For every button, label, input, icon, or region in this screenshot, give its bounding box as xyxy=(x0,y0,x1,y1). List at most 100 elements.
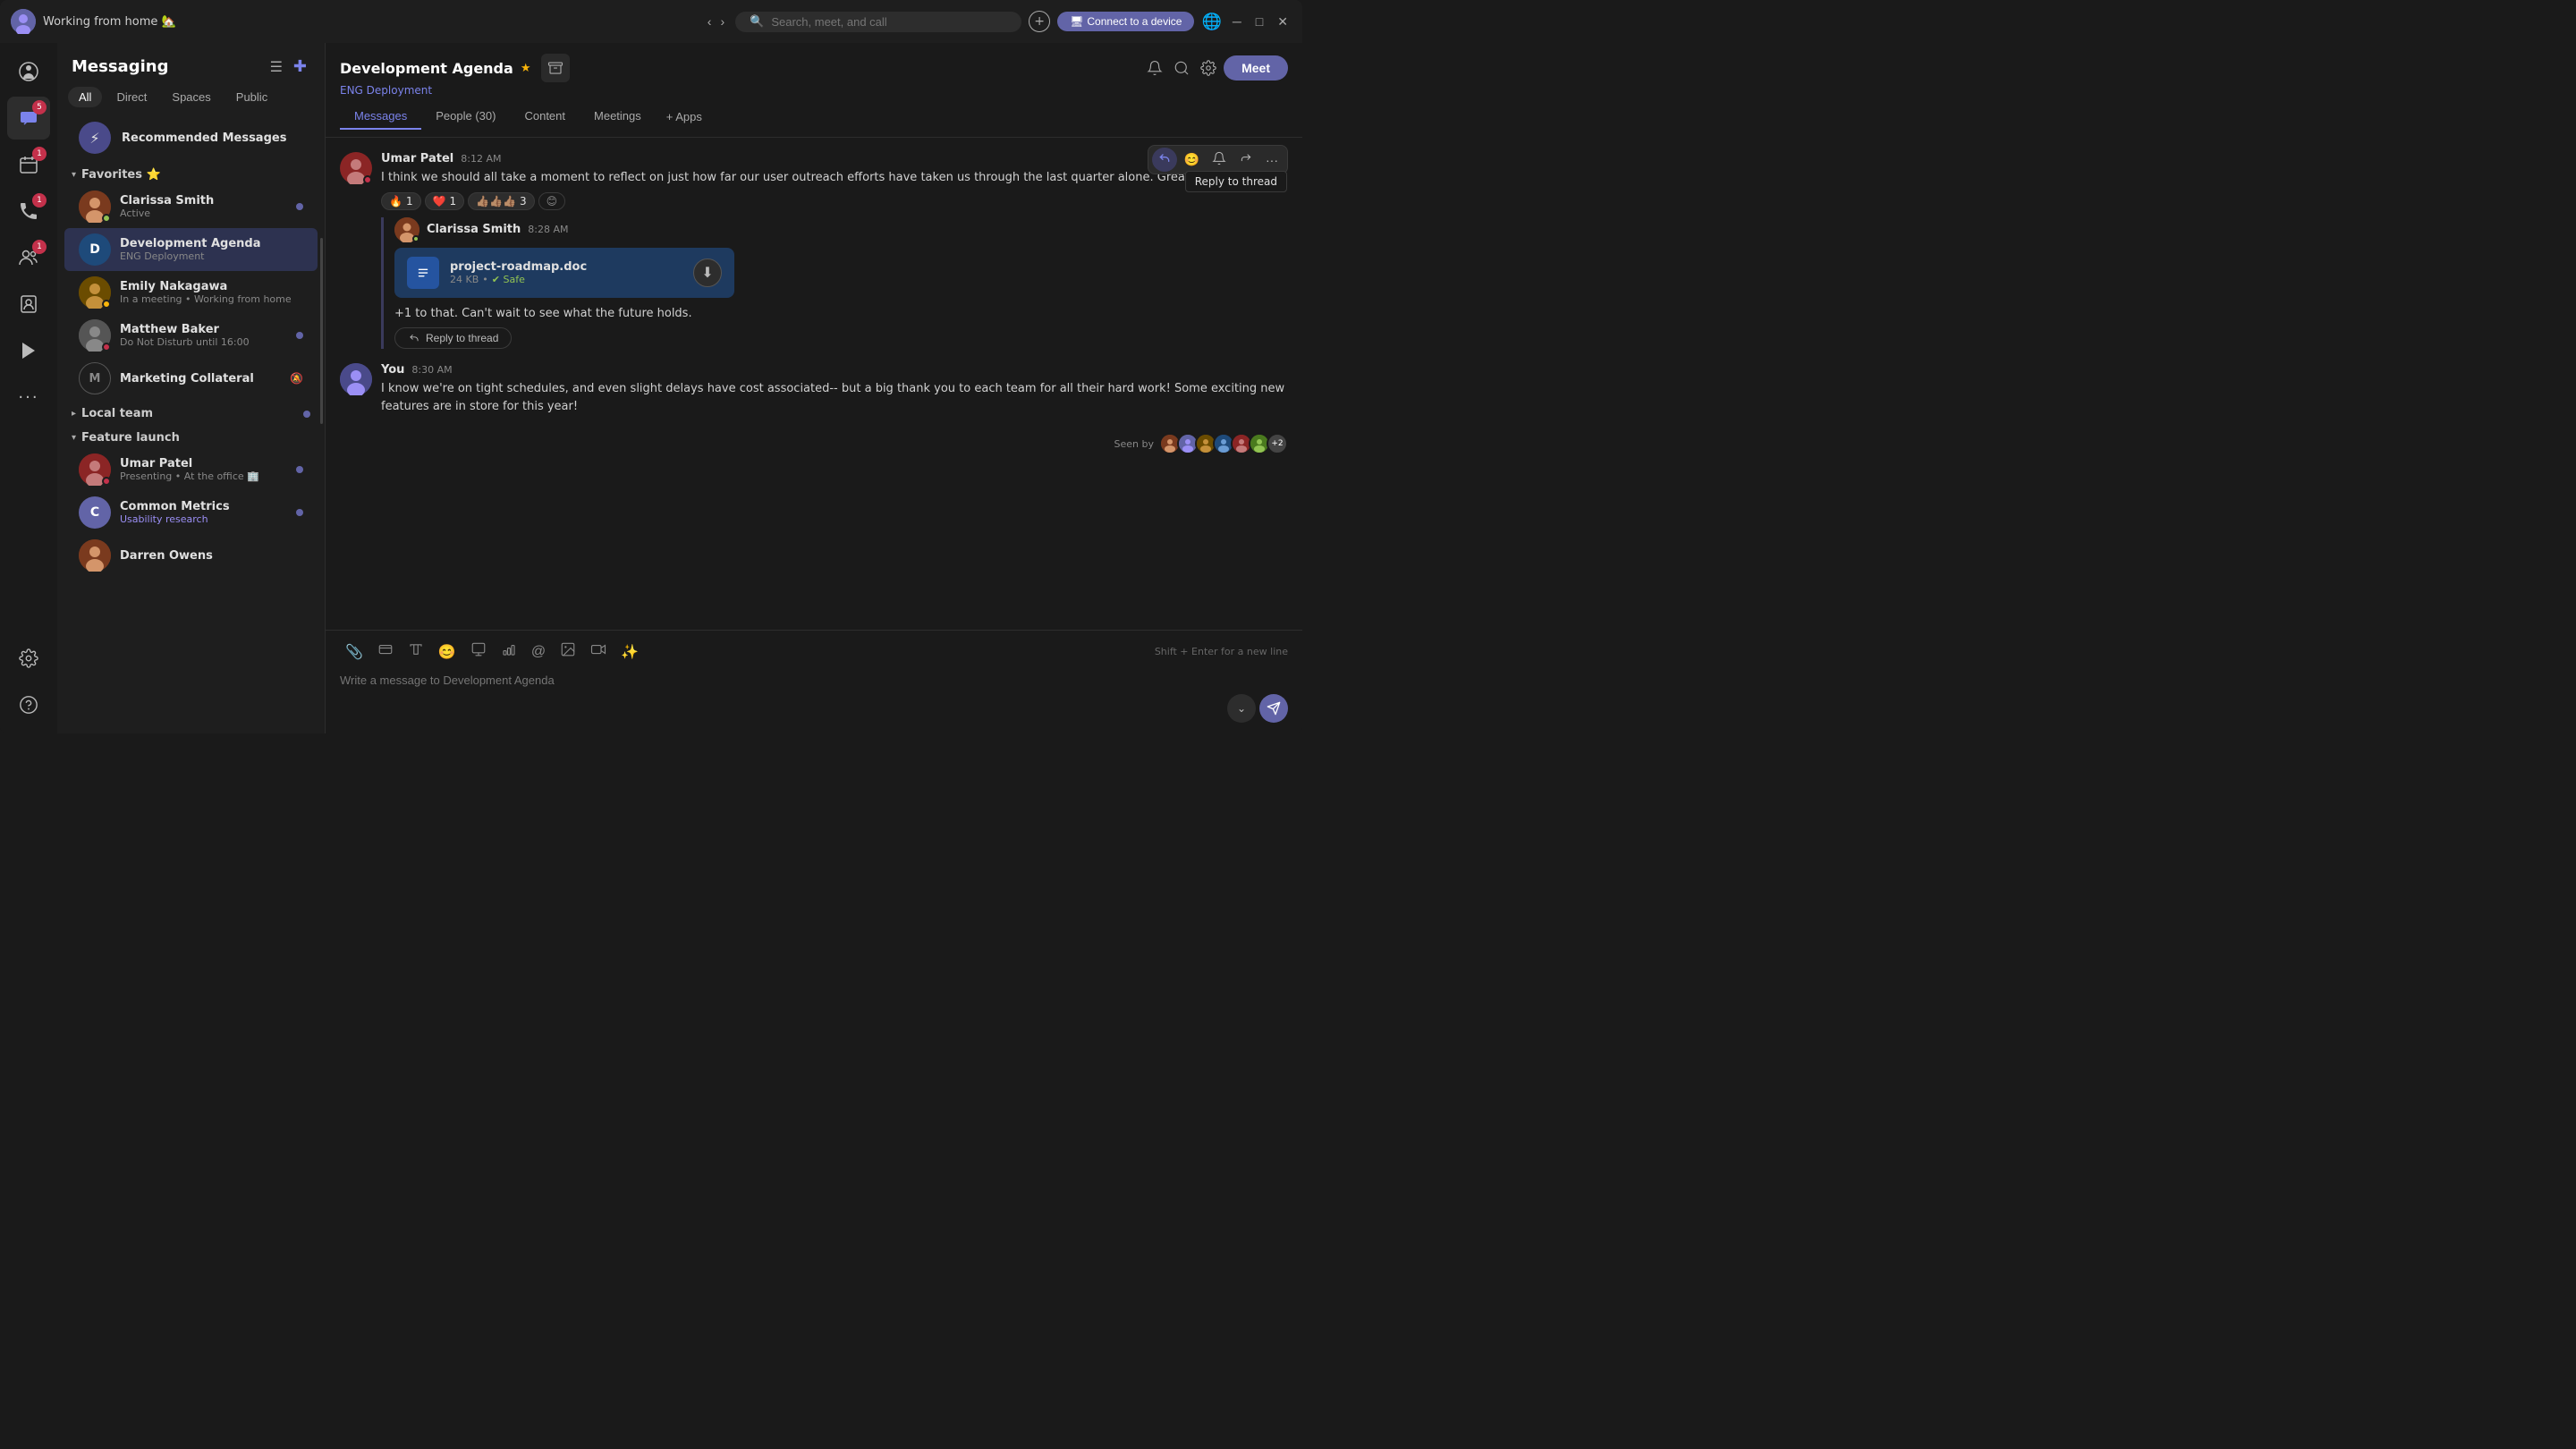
expand-compose-button[interactable]: ⌄ xyxy=(1227,694,1256,723)
user-avatar[interactable] xyxy=(11,9,36,34)
sidebar-title: Messaging xyxy=(72,57,168,76)
send-button[interactable] xyxy=(1259,694,1288,723)
chat-name: Darren Owens xyxy=(120,549,303,563)
chat-main: Development Agenda ★ xyxy=(326,43,1302,733)
search-icon: 🔍 xyxy=(750,15,764,29)
new-chat-button[interactable]: ✚ xyxy=(290,54,310,80)
tab-apps[interactable]: + Apps xyxy=(656,104,713,130)
chat-subtitle[interactable]: ENG Deployment xyxy=(340,84,1288,97)
app-window: Working from home 🏡 ‹ › 🔍 + 🖥 Connect to… xyxy=(0,0,1302,733)
chat-info: Common Metrics Usability research xyxy=(120,500,287,525)
text-format-button[interactable] xyxy=(402,638,429,665)
you-avatar xyxy=(340,363,372,395)
tab-spaces[interactable]: Spaces xyxy=(161,87,221,107)
reaction-fire[interactable]: 🔥 1 xyxy=(381,192,421,210)
rail-item-messaging[interactable]: 5 xyxy=(7,97,50,140)
local-team-section-header[interactable]: ▸ Local team xyxy=(57,400,325,424)
seen-avatars: +2 xyxy=(1159,433,1288,454)
archive-button[interactable] xyxy=(541,54,570,82)
more-actions-button[interactable]: ··· xyxy=(1260,149,1284,171)
rail-item-settings[interactable] xyxy=(7,637,50,680)
add-button[interactable]: + xyxy=(1029,11,1050,32)
add-reaction-button[interactable]: 😊 xyxy=(538,192,566,210)
meet-button[interactable]: Meet xyxy=(1224,55,1288,80)
title-bar: Working from home 🏡 ‹ › 🔍 + 🖥 Connect to… xyxy=(0,0,1302,43)
favorites-section-header[interactable]: ▾ Favorites ⭐ xyxy=(57,161,325,185)
ai-button[interactable]: ✨ xyxy=(615,640,644,665)
search-bar[interactable]: 🔍 xyxy=(735,12,1021,32)
file-attachment: project-roadmap.doc 24 KB • ✔ Safe ⬇ xyxy=(394,248,734,298)
emoji-react-button[interactable]: 😊 xyxy=(1179,148,1205,171)
reply-to-thread-button[interactable] xyxy=(1152,148,1177,172)
avatar xyxy=(340,152,372,184)
tab-people[interactable]: People (30) xyxy=(421,104,510,130)
rail-item-activity[interactable] xyxy=(7,50,50,93)
minimize-button[interactable]: ─ xyxy=(1229,11,1245,32)
tab-content[interactable]: Content xyxy=(510,104,580,130)
message-time: 8:12 AM xyxy=(461,153,501,165)
reaction-thumbsup[interactable]: 👍🏽👍🏽👍🏽 3 xyxy=(468,192,534,210)
chat-tabs: Messages People (30) Content Meetings + … xyxy=(340,104,1288,130)
sidebar-tabs: All Direct Spaces Public xyxy=(57,87,325,114)
search-input[interactable] xyxy=(771,15,1007,29)
message-reactions: 🔥 1 ❤️ 1 👍🏽👍🏽👍🏽 3 😊 xyxy=(381,192,1288,210)
forward-button[interactable]: › xyxy=(716,11,728,32)
list-item[interactable]: Matthew Baker Do Not Disturb until 16:00 xyxy=(64,314,318,357)
avatar xyxy=(79,191,111,223)
rail-item-people[interactable]: 1 xyxy=(7,236,50,279)
rail-item-apps[interactable] xyxy=(7,329,50,372)
list-item[interactable]: M Marketing Collateral 🔕 xyxy=(64,357,318,400)
emoji-button[interactable]: 😊 xyxy=(433,640,462,665)
file-info: project-roadmap.doc 24 KB • ✔ Safe xyxy=(450,260,682,285)
reaction-heart[interactable]: ❤️ 1 xyxy=(425,192,465,210)
list-item[interactable]: Clarissa Smith Active xyxy=(64,185,318,228)
list-item[interactable]: Umar Patel Presenting • At the office 🏢 xyxy=(64,448,318,491)
connect-device-button[interactable]: 🖥 Connect to a device xyxy=(1057,12,1194,31)
avatar xyxy=(79,319,111,352)
compose-input[interactable] xyxy=(340,671,1288,689)
list-item[interactable]: Emily Nakagawa In a meeting • Working fr… xyxy=(64,271,318,314)
back-button[interactable]: ‹ xyxy=(704,11,716,32)
attach-button[interactable]: 📎 xyxy=(340,640,369,665)
maximize-button[interactable]: □ xyxy=(1252,11,1267,32)
whiteboard-button[interactable] xyxy=(465,638,492,665)
unread-section-dot xyxy=(303,411,310,418)
muted-icon: 🔕 xyxy=(290,372,303,385)
search-chat-button[interactable] xyxy=(1170,56,1193,80)
chat-header: Development Agenda ★ xyxy=(326,43,1302,138)
tab-direct[interactable]: Direct xyxy=(106,87,157,107)
compose-bottom: ⌄ xyxy=(340,694,1288,723)
rail-item-more[interactable]: ··· xyxy=(7,376,50,419)
avatar xyxy=(340,363,372,395)
unread-indicator xyxy=(296,332,303,339)
poll-button[interactable] xyxy=(496,638,522,665)
rail-item-calendar[interactable]: 1 xyxy=(7,143,50,186)
giphy-button[interactable] xyxy=(372,638,399,665)
filter-button[interactable]: ☰ xyxy=(267,54,286,80)
tab-messages[interactable]: Messages xyxy=(340,104,421,130)
rail-item-help[interactable] xyxy=(7,683,50,726)
image-button[interactable] xyxy=(555,638,581,665)
rail-item-calls[interactable]: 1 xyxy=(7,190,50,233)
alert-button[interactable] xyxy=(1143,56,1166,80)
sidebar-scrollbar[interactable] xyxy=(320,238,323,424)
download-button[interactable]: ⬇ xyxy=(693,258,722,287)
list-item[interactable]: C Common Metrics Usability research xyxy=(64,491,318,534)
settings-chat-button[interactable] xyxy=(1197,56,1220,80)
video-button[interactable] xyxy=(585,638,612,665)
messaging-badge: 5 xyxy=(32,100,47,114)
reply-to-thread-inline-button[interactable]: Reply to thread xyxy=(394,327,512,349)
tab-meetings[interactable]: Meetings xyxy=(580,104,656,130)
close-button[interactable]: ✕ xyxy=(1274,11,1292,33)
tab-all[interactable]: All xyxy=(68,87,102,107)
forward-button[interactable] xyxy=(1233,148,1258,172)
mention-button[interactable]: @ xyxy=(526,640,551,664)
notification-button[interactable] xyxy=(1207,148,1232,172)
rail-item-contacts[interactable] xyxy=(7,283,50,326)
list-item[interactable]: Darren Owens xyxy=(64,534,318,577)
file-name: project-roadmap.doc xyxy=(450,260,682,274)
list-item[interactable]: D Development Agenda ENG Deployment xyxy=(64,228,318,271)
tab-public[interactable]: Public xyxy=(225,87,278,107)
feature-launch-section-header[interactable]: ▾ Feature launch xyxy=(57,424,325,448)
recommended-messages-item[interactable]: ⚡ Recommended Messages xyxy=(64,114,318,161)
